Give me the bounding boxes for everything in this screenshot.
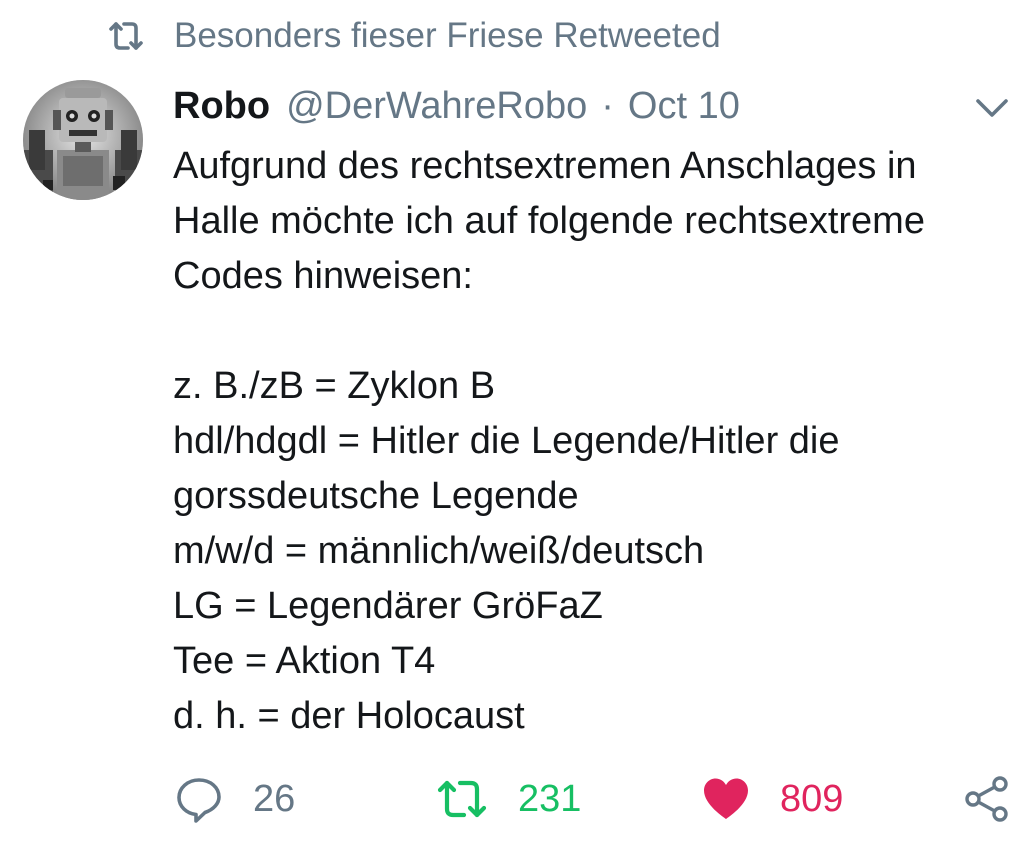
tweet-text-line: LG = Legendärer GröFaZ [173,585,603,627]
retweet-button[interactable]: 231 [436,768,581,830]
tweet-text-line: gorssdeutsche Legende [173,475,579,517]
tweet-text-line: hdl/hdgdl = Hitler die Legende/Hitler di… [173,420,840,462]
tweet-text-line: Halle möchte ich auf folgende rechtsextr… [173,200,925,242]
tweet-header: Robo @DerWahreRobo · Oct 10 [173,80,740,132]
header-separator: · [601,84,614,127]
robot-avatar-image [23,80,143,200]
retweet-icon [437,780,487,818]
tweet-text-line: m/w/d = männlich/weiß/deutsch [173,530,705,572]
tweet[interactable]: Besonders fieser Friese Retweeted Robo @… [0,0,1030,848]
tweet-actions: 26 231 809 [0,768,1030,830]
author-handle[interactable]: @DerWahreRobo [286,85,587,128]
avatar[interactable] [23,80,143,200]
tweet-date[interactable]: Oct 10 [628,85,740,128]
retweet-icon [109,22,143,50]
tweet-text-line: Aufgrund des rechtsextremen Anschlages i… [173,145,917,187]
retweet-count: 231 [518,777,582,820]
reply-button[interactable]: 26 [175,768,295,830]
heart-icon [704,778,748,819]
like-count: 809 [780,777,844,820]
retweet-context-text: Besonders fieser Friese Retweeted [174,16,721,55]
like-button[interactable]: 809 [702,768,843,830]
tweet-text-line: Tee = Aktion T4 [173,640,436,682]
share-icon [965,776,1008,822]
reply-count: 26 [253,777,296,820]
tweet-text-line: z. B./zB = Zyklon B [173,365,496,407]
reply-icon [177,778,221,823]
tweet-text-line [173,304,1023,359]
tweet-text-line: d. h. = der Holocaust [173,695,525,737]
tweet-text: Aufgrund des rechtsextremen Anschlages i… [173,139,1023,744]
share-button[interactable] [963,768,1011,830]
author-name[interactable]: Robo [173,85,270,128]
chevron-down-icon[interactable] [972,92,1012,122]
retweet-context: Besonders fieser Friese Retweeted [106,14,721,58]
tweet-text-line: Codes hinweisen: [173,255,473,297]
